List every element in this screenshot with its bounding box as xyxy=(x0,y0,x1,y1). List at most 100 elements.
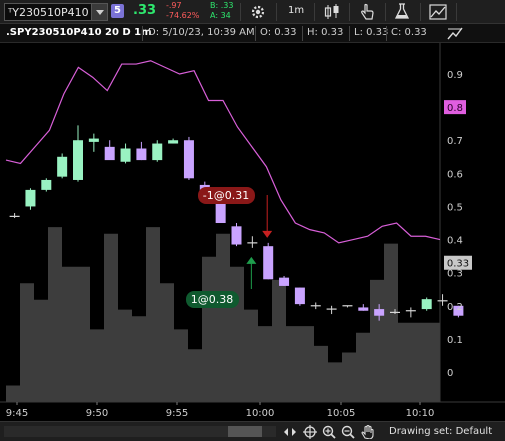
candle-body xyxy=(279,277,290,286)
zoom-out-icon[interactable] xyxy=(341,425,355,439)
candle-body xyxy=(294,287,305,305)
y-tick-label: 0.6 xyxy=(447,169,463,180)
candle-body xyxy=(231,226,242,245)
candle xyxy=(342,305,353,308)
sell-arrow-icon xyxy=(262,230,273,238)
candle-body xyxy=(25,189,36,207)
x-tick-label: 9:45 xyxy=(6,408,28,419)
candle xyxy=(73,125,83,182)
y-tick-label: 0.3 xyxy=(447,269,463,280)
candle xyxy=(326,305,337,315)
candle xyxy=(231,223,242,247)
toolbar-divider xyxy=(385,3,386,21)
info-bar: .SPY230510P410 20 D 1m D: 5/10/23, 10:39… xyxy=(0,24,505,43)
chart-canvas[interactable]: -1@0.311@0.38 0.90.80.70.60.50.40.30.20.… xyxy=(0,43,505,421)
chart-style-icon[interactable] xyxy=(447,26,463,41)
percent-change: -74.62% xyxy=(166,11,200,20)
price-axis: 0.9 0.8 0.7 0.6 0.5 0.4 0.3 0.2 0.1 0 xyxy=(447,70,463,379)
chevron-down-icon[interactable] xyxy=(91,4,107,20)
x-tick-label: 9:50 xyxy=(86,408,108,419)
candle-body xyxy=(104,146,115,161)
drawing-set-label[interactable]: Drawing set: Default xyxy=(389,426,492,437)
candle xyxy=(152,140,163,162)
bar-close: C: 0.33 xyxy=(391,27,427,38)
candle xyxy=(183,136,194,180)
sell-order-label: -1@0.31 xyxy=(203,189,249,202)
info-divider xyxy=(349,26,350,41)
bid-price: B: .33 xyxy=(210,1,234,10)
last-price: .33 xyxy=(133,3,157,18)
y-tick-label: 0.2 xyxy=(447,302,463,313)
bar-open: O: 0.33 xyxy=(260,27,297,38)
candle xyxy=(57,153,68,179)
toolbar: ᵀY230510P410 5 .33 -.97 -74.62% B: .33 A… xyxy=(0,0,505,24)
candle xyxy=(279,275,290,286)
y-tick-label: 0.9 xyxy=(447,70,463,81)
timeframe-selector[interactable]: 1m xyxy=(288,5,304,16)
time-axis: 9:45 9:50 9:55 10:00 10:05 10:10 xyxy=(6,402,435,419)
candle-body xyxy=(152,143,163,161)
net-change: -.97 xyxy=(166,1,182,10)
candle xyxy=(120,143,131,164)
candle-body xyxy=(168,140,179,144)
info-divider xyxy=(142,26,143,41)
y-tick-label: 0.1 xyxy=(447,335,463,346)
flask-icon[interactable] xyxy=(393,2,411,22)
candles-icon[interactable] xyxy=(322,2,342,22)
candle xyxy=(25,188,36,210)
candle-body xyxy=(120,148,131,162)
candle-body xyxy=(421,299,432,310)
candle-body xyxy=(41,179,52,190)
zoom-in-icon[interactable] xyxy=(322,425,336,439)
info-divider xyxy=(255,26,256,41)
x-tick-label: 10:00 xyxy=(246,408,275,419)
crosshair-icon[interactable] xyxy=(303,425,317,439)
candle xyxy=(41,178,52,192)
y-tick-label: 0.7 xyxy=(447,136,463,147)
candle xyxy=(247,236,258,248)
last-price-label: 0.33 xyxy=(447,259,469,270)
toolbar-divider xyxy=(276,3,277,21)
symbol-selector[interactable]: ᵀY230510P410 xyxy=(4,3,108,21)
candle xyxy=(405,307,416,318)
scrollbar-thumb[interactable] xyxy=(228,426,262,437)
expand-icon[interactable] xyxy=(283,425,297,439)
candle xyxy=(294,287,305,306)
hand-pointer-icon[interactable] xyxy=(358,2,376,22)
change-block: -.97 -74.62% xyxy=(166,1,199,21)
candle-body xyxy=(183,140,194,179)
candle-body xyxy=(73,140,83,180)
drawings-icon[interactable] xyxy=(428,2,448,22)
toolbar-divider xyxy=(314,3,315,21)
buy-arrow-icon xyxy=(246,256,257,264)
bottom-bar: Drawing set: Default xyxy=(0,421,505,441)
candle xyxy=(421,297,432,311)
candle xyxy=(168,138,179,144)
candle xyxy=(9,213,20,219)
symbol-input[interactable]: ᵀY230510P410 xyxy=(8,6,89,19)
bar-low: L: 0.33 xyxy=(354,27,389,38)
candle xyxy=(358,304,369,311)
chart-symbol-label: .SPY230510P410 20 D 1m xyxy=(6,27,152,38)
candle xyxy=(136,141,147,161)
price-chart[interactable]: -1@0.311@0.38 0.90.80.70.60.50.40.30.20.… xyxy=(0,43,505,421)
toolbar-divider xyxy=(349,3,350,21)
toolbar-divider xyxy=(456,3,457,21)
candle xyxy=(104,140,115,161)
pan-hand-icon[interactable] xyxy=(361,425,375,439)
candle-body xyxy=(88,138,99,142)
link-group-badge[interactable]: 5 xyxy=(111,4,124,18)
info-divider xyxy=(386,26,387,41)
overlay-price-label: 0.8 xyxy=(447,103,463,114)
x-tick-label: 10:05 xyxy=(327,408,356,419)
candle-body xyxy=(358,307,369,311)
y-tick-label: 0.5 xyxy=(447,202,463,213)
candle xyxy=(310,302,321,310)
bar-high: H: 0.33 xyxy=(307,27,344,38)
candle-body xyxy=(215,203,226,224)
candle-body xyxy=(136,148,147,161)
x-tick-label: 10:10 xyxy=(406,408,435,419)
y-tick-label: 0 xyxy=(447,368,453,379)
gear-icon[interactable] xyxy=(249,2,267,22)
info-divider xyxy=(302,26,303,41)
